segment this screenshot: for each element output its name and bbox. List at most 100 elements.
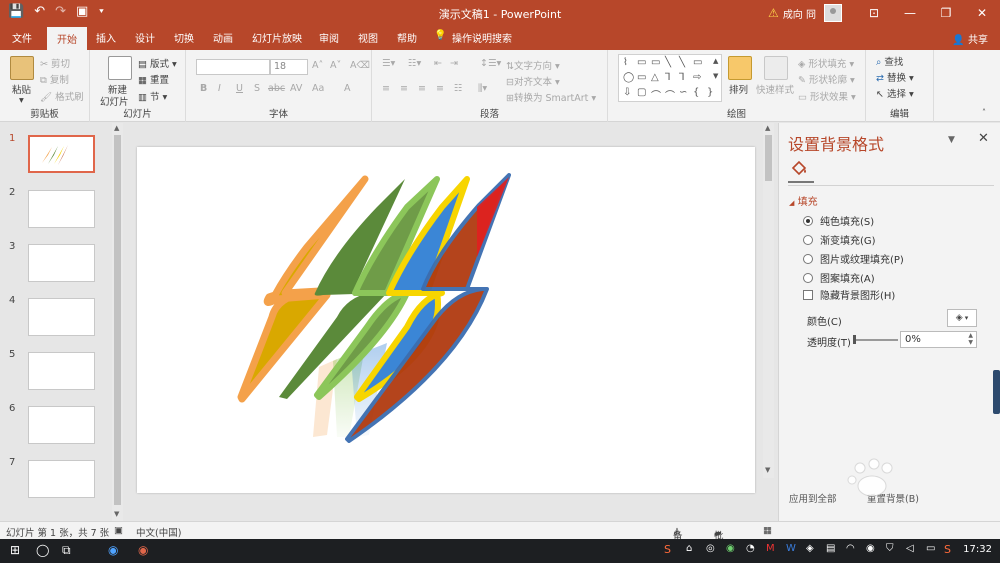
shape-curve-icon[interactable]: ⌒	[665, 87, 675, 102]
tray-icon[interactable]: M	[766, 543, 775, 554]
char-spacing-button[interactable]: AV	[290, 83, 302, 94]
save-icon[interactable]: 💾	[8, 4, 24, 19]
present-icon[interactable]: ▣	[76, 4, 88, 19]
tab-slideshow[interactable]: 幻灯片放映	[252, 30, 302, 45]
word-icon[interactable]: W	[786, 543, 796, 554]
shape-brace-icon[interactable]: {	[693, 87, 699, 98]
section-button[interactable]: ▥ 节 ▾	[138, 89, 167, 103]
warning-icon[interactable]: ⚠	[768, 6, 779, 20]
pattern-fill-option[interactable]: 图案填充(A)	[803, 270, 875, 285]
tray-icon[interactable]: ◎	[706, 543, 715, 554]
shadow-button[interactable]: S	[254, 83, 260, 94]
tab-transitions[interactable]: 切换	[174, 30, 194, 45]
slide-canvas[interactable]	[137, 147, 755, 493]
tab-insert[interactable]: 插入	[96, 30, 116, 45]
apply-all-button[interactable]: 应用到全部	[789, 491, 837, 505]
language[interactable]: 中文(中国)	[136, 525, 181, 539]
side-panel-handle[interactable]	[993, 370, 1000, 414]
justify-icon[interactable]: ≡	[436, 83, 444, 94]
shape-vtextbox-icon[interactable]: ▭	[651, 57, 660, 68]
new-slide-icon[interactable]	[108, 56, 132, 80]
radio-button[interactable]	[803, 234, 813, 245]
tab-review[interactable]: 审阅	[319, 30, 339, 45]
slide-thumbnail-3[interactable]	[28, 244, 95, 282]
paste-dropdown-icon[interactable]: ▾	[19, 95, 24, 106]
reset-button[interactable]: ▦ 重置	[138, 72, 169, 86]
shape-fill-button[interactable]: ◈ 形状填充 ▾	[798, 56, 854, 70]
keyboard-icon[interactable]: ▭	[926, 543, 935, 554]
volume-icon[interactable]: ◁	[906, 543, 914, 554]
bullets-icon[interactable]: ☰▾	[382, 58, 395, 69]
scroll-down-icon[interactable]: ▼	[765, 466, 770, 474]
columns-icon[interactable]: ⫼▾	[478, 83, 487, 94]
transparency-slider[interactable]	[854, 339, 898, 341]
shape-wave-icon[interactable]: ∽	[679, 87, 687, 98]
shape-triangle-icon[interactable]: △	[651, 72, 659, 83]
underline-button[interactable]: U	[236, 83, 243, 94]
tab-animations[interactable]: 动画	[213, 30, 233, 45]
close-pane-icon[interactable]: ✕	[978, 131, 989, 146]
radio-button[interactable]	[803, 272, 813, 283]
customize-qat-icon[interactable]: ⯆	[98, 7, 104, 17]
thumbnail-scrollbar[interactable]: ▲ ▼	[112, 123, 123, 521]
shape-diagonal-icon[interactable]: ╲	[665, 57, 671, 68]
scrollbar-thumb[interactable]	[114, 135, 121, 505]
shape-elbow-icon[interactable]: ⅂	[665, 72, 671, 83]
scroll-down-icon[interactable]: ▼	[114, 510, 119, 518]
font-color-button[interactable]: A	[344, 83, 351, 94]
shrink-font-icon[interactable]: A˅	[330, 60, 341, 71]
tab-file[interactable]: 文件	[12, 30, 32, 45]
reset-background-button[interactable]: 重置背景(B)	[867, 491, 919, 505]
shield-icon[interactable]: ⛉	[886, 543, 894, 554]
grow-font-icon[interactable]: A˄	[312, 60, 323, 71]
shape-oval-icon[interactable]: ◯	[623, 72, 634, 83]
quick-styles-button[interactable]: 快速样式	[756, 82, 794, 96]
shape-freeform-icon[interactable]: ⌒	[651, 87, 661, 102]
layout-button[interactable]: ▤ 版式 ▾	[138, 56, 177, 70]
tab-view[interactable]: 视图	[358, 30, 378, 45]
sogou-ime-icon[interactable]: S	[664, 543, 671, 556]
radio-button[interactable]	[803, 253, 813, 264]
close-button[interactable]: ✕	[964, 0, 1000, 26]
clear-format-icon[interactable]: A⌫	[350, 60, 370, 71]
shape-rect-icon[interactable]: ▭	[693, 57, 702, 68]
gallery-scroll-down-icon[interactable]: ▼	[713, 72, 718, 80]
tell-me-search[interactable]: 操作说明搜索	[452, 30, 512, 45]
italic-button[interactable]: I	[218, 83, 221, 94]
windows-start-icon[interactable]: ⊞	[10, 543, 20, 557]
share-button[interactable]: 👤 共享	[952, 31, 988, 46]
smartart-button[interactable]: ⊞转换为 SmartArt ▾	[506, 90, 596, 104]
select-button[interactable]: ↖ 选择 ▾	[876, 86, 914, 100]
tray-icon[interactable]: ◔	[746, 543, 755, 554]
shape-arrow-right-icon[interactable]: ⇨	[693, 72, 701, 83]
tab-design[interactable]: 设计	[135, 30, 155, 45]
wifi-icon[interactable]: ◠	[846, 543, 855, 554]
slider-handle[interactable]	[853, 335, 856, 344]
shape-outline-button[interactable]: ✎ 形状轮廓 ▾	[798, 72, 855, 86]
arrange-icon[interactable]	[728, 56, 752, 80]
find-button[interactable]: ⌕ 查找	[876, 54, 903, 68]
text-direction-button[interactable]: ⇅文字方向 ▾	[506, 58, 560, 72]
cut-button[interactable]: ✂ 剪切	[40, 56, 70, 70]
normal-view-icon[interactable]: ▦	[763, 525, 772, 536]
restore-button[interactable]: ❐	[928, 0, 964, 26]
line-spacing-icon[interactable]: ↕☰▾	[480, 58, 501, 69]
paste-icon[interactable]	[10, 56, 34, 80]
slide-thumbnail-2[interactable]	[28, 190, 95, 228]
paste-button[interactable]: 粘贴	[12, 82, 31, 96]
quick-styles-icon[interactable]	[764, 56, 788, 80]
sogou-ime-icon[interactable]: S	[944, 543, 951, 556]
browser-icon[interactable]: ◉	[108, 543, 118, 557]
shape-textbox-icon[interactable]: ▭	[637, 57, 646, 68]
fill-section-header[interactable]: ◢ 填充	[789, 193, 818, 208]
change-case-button[interactable]: Aa	[312, 83, 324, 94]
user-name[interactable]: 成向 冏	[783, 6, 816, 21]
shape-line-icon[interactable]: ⌇	[623, 57, 628, 68]
copy-button[interactable]: ⧉ 复制	[40, 72, 69, 86]
spellcheck-icon[interactable]: ▣	[114, 525, 123, 536]
tab-home[interactable]: 开始	[47, 27, 87, 50]
gallery-scroll-up-icon[interactable]: ▲	[713, 57, 718, 65]
slide-thumbnail-4[interactable]	[28, 298, 95, 336]
checkbox[interactable]	[803, 289, 813, 300]
hide-background-option[interactable]: 隐藏背景图形(H)	[803, 287, 895, 302]
